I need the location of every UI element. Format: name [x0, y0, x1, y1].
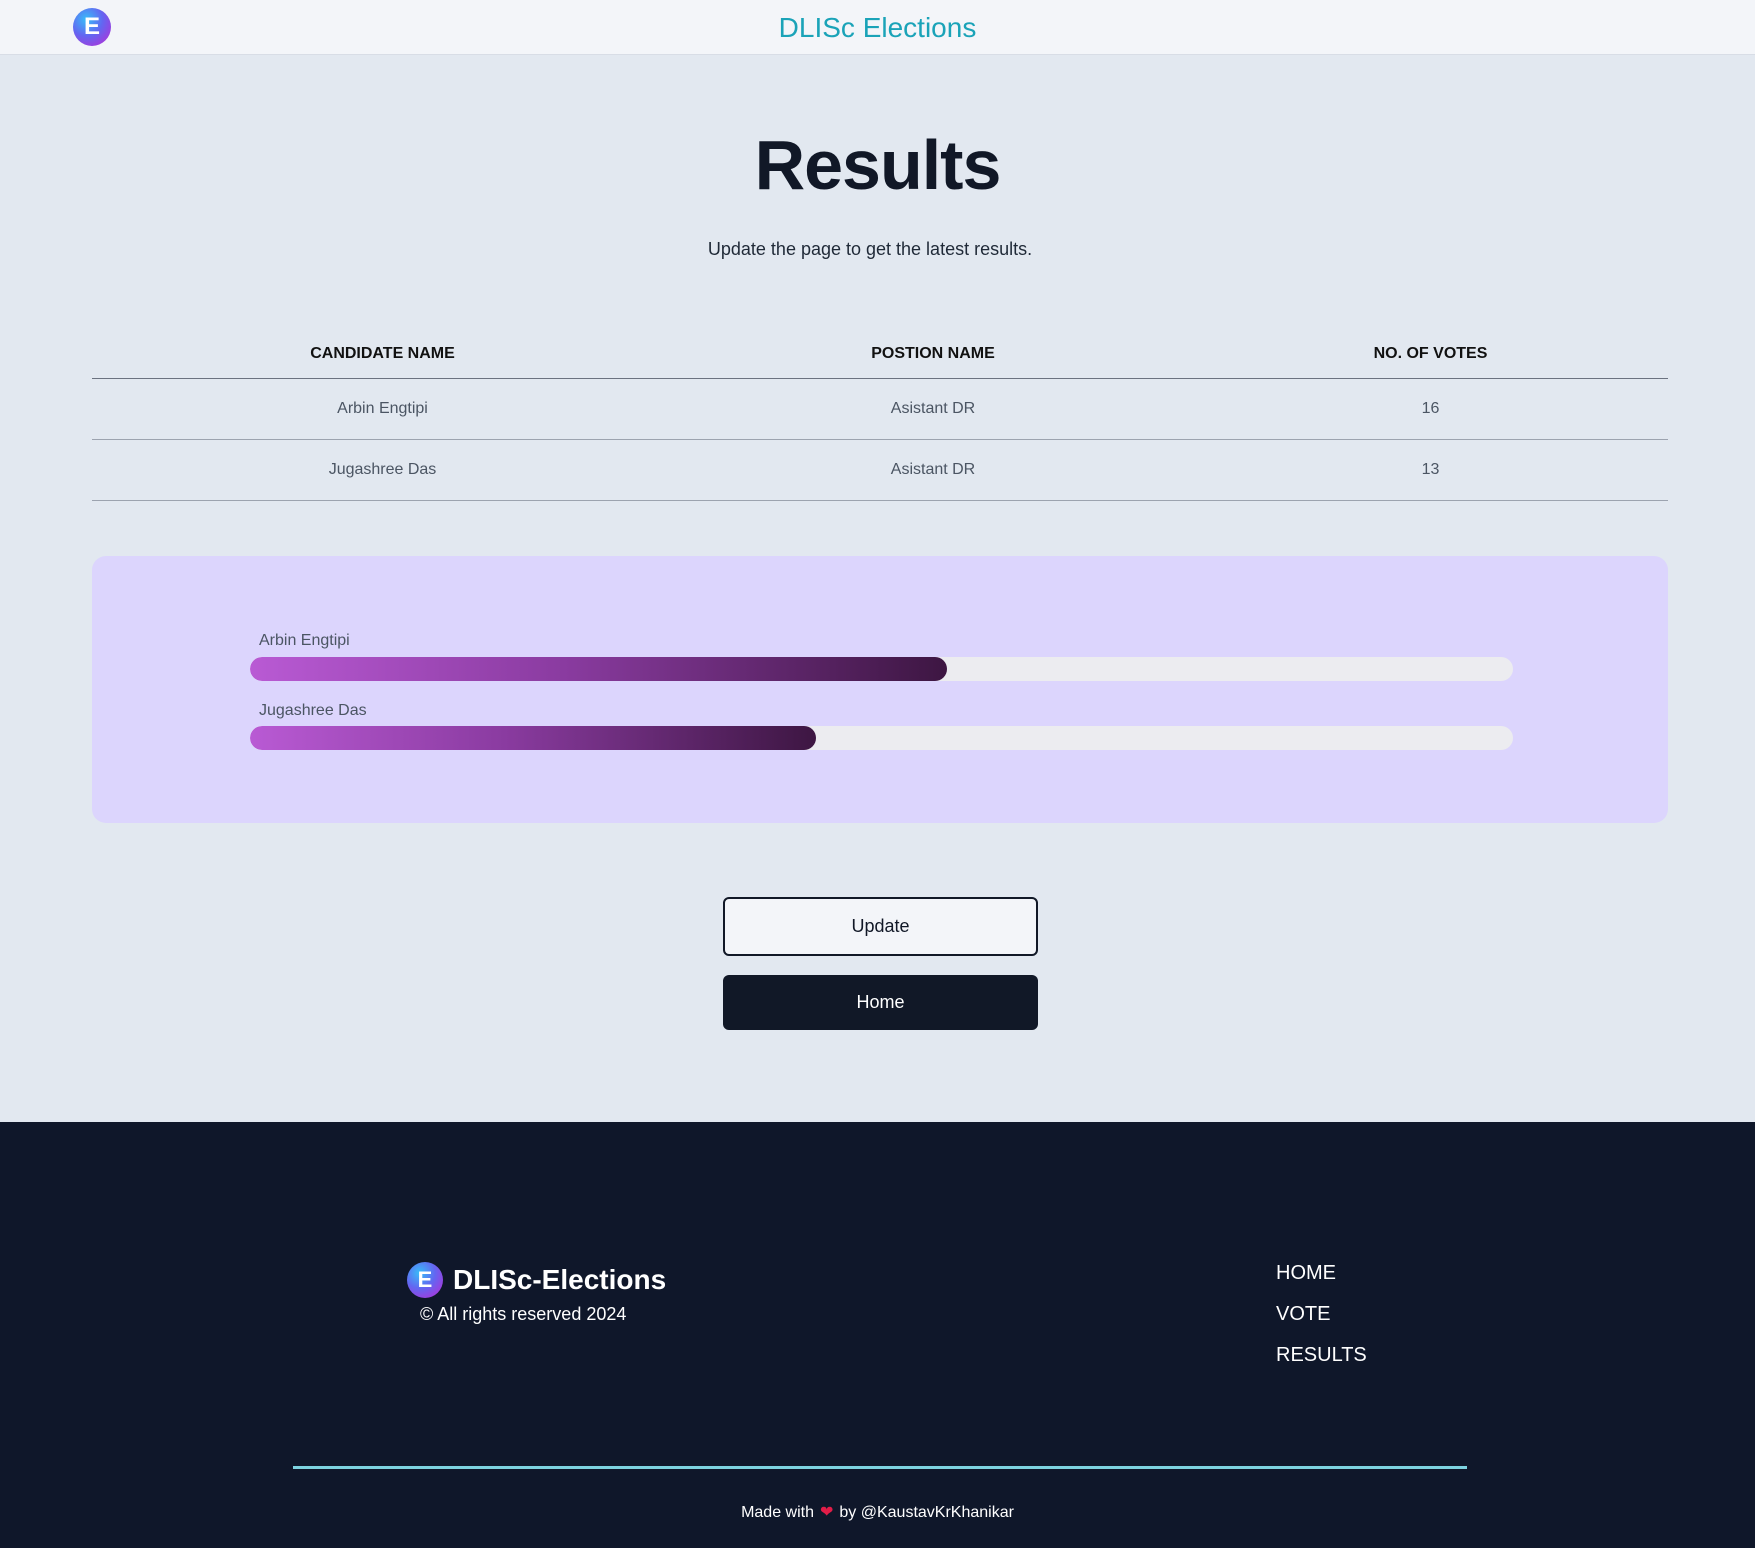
copyright-text: © All rights reserved 2024 — [420, 1304, 627, 1324]
footer-divider — [293, 1466, 1467, 1469]
position-name-cell: Asistant DR — [673, 439, 1193, 501]
column-header-candidate: CANDIDATE NAME — [92, 330, 673, 379]
bar-label: Arbin Engtipi — [259, 632, 350, 649]
footer-link-vote[interactable]: VOTE — [1276, 1303, 1367, 1344]
votes-cell: 13 — [1193, 439, 1668, 501]
votes-cell: 16 — [1193, 378, 1668, 440]
results-table: CANDIDATE NAME POSTION NAME NO. OF VOTES… — [92, 330, 1668, 501]
credit-suffix: by @KaustavKrKhanikar — [839, 1504, 1014, 1521]
candidate-name-cell: Jugashree Das — [92, 439, 673, 501]
footer-nav: HOME VOTE RESULTS — [1276, 1262, 1367, 1385]
home-button[interactable]: Home — [723, 975, 1038, 1030]
heart-icon: ❤ — [819, 1504, 834, 1521]
page-title: Results — [754, 126, 1002, 204]
progress-bar-fill — [250, 726, 816, 750]
credit-prefix: Made with — [741, 1504, 814, 1521]
footer-credit: Made with ❤ by @KaustavKrKhanikar — [0, 1502, 1755, 1522]
table-row: Arbin Engtipi Asistant DR 16 — [92, 378, 1668, 440]
candidate-name-cell: Arbin Engtipi — [92, 378, 673, 440]
progress-bar-track — [250, 657, 1513, 681]
table-header-row: CANDIDATE NAME POSTION NAME NO. OF VOTES — [92, 330, 1668, 379]
footer-link-home[interactable]: HOME — [1276, 1262, 1367, 1303]
navbar: E DLISc Elections — [0, 0, 1755, 55]
column-header-votes: NO. OF VOTES — [1193, 330, 1668, 379]
column-header-position: POSTION NAME — [673, 330, 1193, 379]
position-name-cell: Asistant DR — [673, 378, 1193, 440]
update-button[interactable]: Update — [723, 897, 1038, 956]
bar-label: Jugashree Das — [259, 702, 367, 719]
footer-link-results[interactable]: RESULTS — [1276, 1344, 1367, 1385]
table-row: Jugashree Das Asistant DR 13 — [92, 439, 1668, 501]
page-subtitle: Update the page to get the latest result… — [707, 239, 1033, 259]
site-title: DLISc Elections — [778, 12, 977, 43]
vote-bars-panel: Arbin Engtipi Jugashree Das — [92, 556, 1668, 823]
footer-brand-name: DLISc-Elections — [453, 1264, 667, 1295]
footer-brand[interactable]: E DLISc-Elections — [407, 1262, 666, 1298]
progress-bar-track — [250, 726, 1513, 750]
footer: E DLISc-Elections © All rights reserved … — [0, 1122, 1755, 1548]
logo-icon: E — [407, 1262, 443, 1298]
progress-bar-fill — [250, 657, 948, 681]
